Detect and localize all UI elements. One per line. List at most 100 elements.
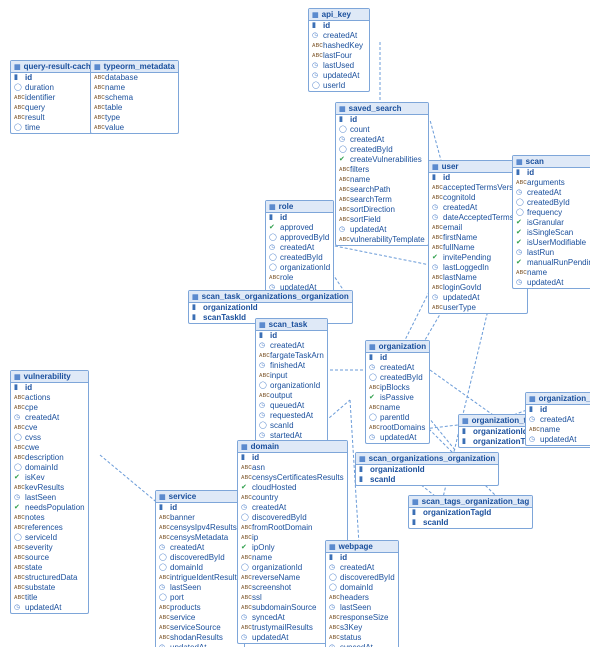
entity-scan-tags-org-tag[interactable]: ▦scan_tags_organization_tag▮organization… [408,495,533,529]
field-row[interactable]: ᴀʙᴄasn [238,463,347,473]
field-row[interactable]: ◯parentId [366,413,429,423]
field-row[interactable]: ◷updatedAt [309,71,369,81]
field-row[interactable]: ᴀʙᴄs3Key [326,623,398,633]
field-row[interactable]: ᴀʙᴄrole [266,273,333,283]
field-row[interactable]: ◷createdAt [366,363,429,373]
field-row[interactable]: ᴀʙᴄsortField [336,215,428,225]
field-row[interactable]: ᴀʙᴄcensysMetadata [156,533,244,543]
field-row[interactable]: ✔isKev [11,473,88,483]
field-row[interactable]: ᴀʙᴄactions [11,393,88,403]
field-row[interactable]: ᴀʙᴄcensysCertificatesResults [238,473,347,483]
entity-header[interactable]: ▦domain [238,441,347,453]
field-row[interactable]: ◯createdById [336,145,428,155]
entity-header[interactable]: ▦scan_task [256,319,327,331]
field-row[interactable]: ᴀʙᴄcpe [11,403,88,413]
field-row[interactable]: ◷lastSeen [11,493,88,503]
field-row[interactable]: ▮organizationId [356,465,498,475]
entity-typeorm-metadata[interactable]: ▦typeorm_metadataᴀʙᴄdatabaseᴀʙᴄnameᴀʙᴄsc… [90,60,179,134]
entity-vulnerability[interactable]: ▦vulnerability▮idᴀʙᴄactionsᴀʙᴄcpe◷create… [10,370,89,614]
field-row[interactable]: ◯serviceId [11,533,88,543]
entity-header[interactable]: ▦scan [513,156,590,168]
field-row[interactable]: ◷createdAt [11,413,88,423]
field-row[interactable]: ◷createdAt [266,243,333,253]
field-row[interactable]: ᴀʙᴄhashedKey [309,41,369,51]
field-row[interactable]: ✔isUserModifiable [513,238,590,248]
field-row[interactable]: ᴀʙᴄdatabase [91,73,178,83]
field-row[interactable]: ᴀʙᴄheaders [326,593,398,603]
field-row[interactable]: ᴀʙᴄstatus [326,633,398,643]
field-row[interactable]: ▮id [326,553,398,563]
field-row[interactable]: ✔cloudHosted [238,483,347,493]
field-row[interactable]: ᴀʙᴄintrigueIdentResults [156,573,244,583]
entity-header[interactable]: ▦query-result-cache [11,61,98,73]
field-row[interactable]: ᴀʙᴄarguments [513,178,590,188]
entity-scan[interactable]: ▦scan▮idᴀʙᴄarguments◷createdAt◯createdBy… [512,155,590,289]
entity-header[interactable]: ▦api_key [309,9,369,21]
field-row[interactable]: ▮organizationId [189,303,352,313]
field-row[interactable]: ᴀʙᴄstructuredData [11,573,88,583]
entity-header[interactable]: ▦scan_tags_organization_tag [409,496,532,508]
entity-organization-tag[interactable]: ▦organization_tag▮id◷createdAtᴀʙᴄname◷up… [525,392,590,446]
entity-scan-orgs[interactable]: ▦scan_organizations_organization▮organiz… [355,452,499,486]
entity-header[interactable]: ▦typeorm_metadata [91,61,178,73]
field-row[interactable]: ◷requestedAt [256,411,327,421]
field-row[interactable]: ᴀʙᴄtitle [11,593,88,603]
field-row[interactable]: ◷syncedAt [326,643,398,647]
field-row[interactable]: ◯discoveredById [326,573,398,583]
field-row[interactable]: ᴀʙᴄshodanResults [156,633,244,643]
field-row[interactable]: ◯createdById [366,373,429,383]
entity-query-result-cache[interactable]: ▦query-result-cache▮id◯durationᴀʙᴄidenti… [10,60,99,134]
field-row[interactable]: ᴀʙᴄfargateTaskArn [256,351,327,361]
field-row[interactable]: ◷createdAt [309,31,369,41]
entity-header[interactable]: ▦role [266,201,333,213]
field-row[interactable]: ◷lastSeen [326,603,398,613]
field-row[interactable]: ᴀʙᴄseverity [11,543,88,553]
field-row[interactable]: ◯discoveredById [238,513,347,523]
field-row[interactable]: ᴀʙᴄcountry [238,493,347,503]
field-row[interactable]: ᴀʙᴄkevResults [11,483,88,493]
field-row[interactable]: ◯userId [309,81,369,91]
field-row[interactable]: ᴀʙᴄfromRootDomain [238,523,347,533]
field-row[interactable]: ▮id [309,21,369,31]
field-row[interactable]: ᴀʙᴄfilters [336,165,428,175]
field-row[interactable]: ᴀʙᴄvalue [91,123,178,133]
field-row[interactable]: ◯scanId [256,421,327,431]
field-row[interactable]: ◷createdAt [238,503,347,513]
field-row[interactable]: ᴀʙᴄservice [156,613,244,623]
field-row[interactable]: ◯domainId [326,583,398,593]
field-row[interactable]: ▮organizationTagId [409,508,532,518]
field-row[interactable]: ◯organizationId [266,263,333,273]
field-row[interactable]: ◷finishedAt [256,361,327,371]
entity-api-key[interactable]: ▦api_key▮id◷createdAtᴀʙᴄhashedKeyᴀʙᴄlast… [308,8,370,92]
field-row[interactable]: ◯port [156,593,244,603]
field-row[interactable]: ᴀʙᴄrootDomains [366,423,429,433]
field-row[interactable]: ◯organizationId [256,381,327,391]
field-row[interactable]: ◷createdAt [336,135,428,145]
field-row[interactable]: ᴀʙᴄsubstate [11,583,88,593]
field-row[interactable]: ▮id [238,453,347,463]
field-row[interactable]: ᴀʙᴄdescription [11,453,88,463]
field-row[interactable]: ◷lastSeen [156,583,244,593]
field-row[interactable]: ▮id [526,405,590,415]
field-row[interactable]: ᴀʙᴄresponseSize [326,613,398,623]
field-row[interactable]: ◯duration [11,83,98,93]
entity-header[interactable]: ▦webpage [326,541,398,553]
field-row[interactable]: ᴀʙᴄproducts [156,603,244,613]
field-row[interactable]: ✔manualRunPending [513,258,590,268]
field-row[interactable]: ▮id [11,383,88,393]
field-row[interactable]: ◷updatedAt [513,278,590,288]
field-row[interactable]: ᴀʙᴄipBlocks [366,383,429,393]
field-row[interactable]: ᴀʙᴄbanner [156,513,244,523]
field-row[interactable]: ᴀʙᴄquery [11,103,98,113]
field-row[interactable]: ◯domainId [156,563,244,573]
field-row[interactable]: ᴀʙᴄinput [256,371,327,381]
field-row[interactable]: ᴀʙᴄname [526,425,590,435]
entity-header[interactable]: ▦organization_tag [526,393,590,405]
entity-header[interactable]: ▦scan_organizations_organization [356,453,498,465]
field-row[interactable]: ◷createdAt [256,341,327,351]
field-row[interactable]: ◷updatedAt [156,643,244,647]
field-row[interactable]: ᴀʙᴄsource [11,553,88,563]
field-row[interactable]: ✔needsPopulation [11,503,88,513]
field-row[interactable]: ᴀʙᴄvulnerabilityTemplate [336,235,428,245]
field-row[interactable]: ᴀʙᴄuserType [429,303,527,313]
